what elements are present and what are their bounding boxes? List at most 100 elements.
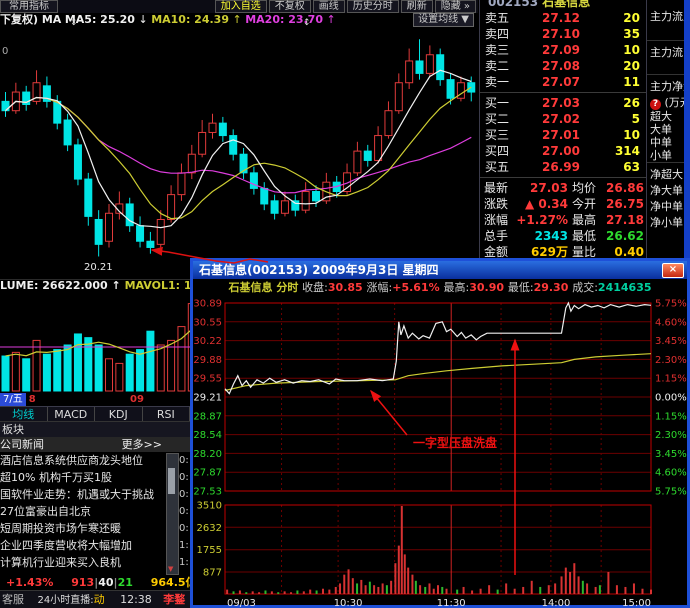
- dropdown-arrow-icon[interactable]: ▼: [461, 14, 469, 25]
- ma20-arrow-icon: ↑: [327, 13, 336, 26]
- refresh-button[interactable]: 刷新: [401, 0, 433, 13]
- svg-text:14:00: 14:00: [542, 598, 571, 608]
- turnover: 629万: [510, 244, 568, 258]
- scroll-down-icon[interactable]: ▼: [168, 565, 173, 573]
- pct-axis-labels: 5.75%4.60%3.45%2.30%1.15%0.00%1.15%2.30%…: [655, 299, 687, 498]
- avg-price: 26.86: [592, 180, 644, 196]
- ask-row[interactable]: 卖五27.1220: [480, 10, 647, 26]
- news-item[interactable]: 计算机行业迎来买入良机: [0, 554, 168, 571]
- service-link[interactable]: 客服: [2, 593, 24, 606]
- ask-row[interactable]: 卖一27.0711: [480, 74, 647, 90]
- stock-header: 002153 石基信息: [488, 0, 590, 10]
- bottom-bar: 客服 24小时直播:动 12:38 李鍪: [0, 590, 190, 608]
- intraday-popup-window[interactable]: 石基信息(002153) 2009年9月3日 星期四 × 石基信息 分时 收盘:…: [190, 258, 690, 608]
- popup-title: 石基信息(002153) 2009年9月3日 星期四: [199, 263, 439, 277]
- historical-intraday-button[interactable]: 历史分时: [347, 0, 399, 13]
- live-broadcast-label[interactable]: 24小时直播:: [38, 595, 94, 606]
- svg-text:0.00%: 0.00%: [655, 393, 687, 404]
- stat-row: 总手2343最低26.62: [480, 228, 647, 244]
- bid-row[interactable]: 买三27.0110: [480, 127, 647, 143]
- divider: [480, 177, 647, 178]
- svg-text:29.55: 29.55: [193, 374, 222, 385]
- unchanged-count: 40: [98, 576, 113, 589]
- volume-axis-labels: 351026321755877: [197, 501, 222, 579]
- svg-text:30.89: 30.89: [193, 299, 222, 310]
- size-s-label: 小单: [650, 147, 672, 163]
- bid-row[interactable]: 买五26.9963: [480, 159, 647, 175]
- bid-row[interactable]: 买一27.0326: [480, 95, 647, 111]
- ask-row[interactable]: 卖四27.1035: [480, 26, 647, 42]
- popup-info-bar: 石基信息 分时 收盘:30.85 涨幅:+5.61% 最高:30.90 最低:2…: [193, 280, 687, 295]
- svg-text:30.22: 30.22: [193, 336, 222, 347]
- tab-rsi[interactable]: RSI: [143, 407, 191, 422]
- tab-common-indicators[interactable]: 常用指标: [0, 0, 58, 13]
- ma5-arrow-icon: ↓: [138, 13, 147, 26]
- top-toolbar: 常用指标 加入自选不复权画线历史分时刷新隐藏 »: [0, 0, 478, 13]
- daily-time-axis: 7/五8 09: [0, 393, 190, 406]
- news-more-link[interactable]: 更多>>: [122, 437, 162, 452]
- hide-button[interactable]: 隐藏 »: [435, 0, 476, 13]
- svg-text:09/03: 09/03: [227, 598, 256, 608]
- candlestick-chart: [0, 27, 478, 265]
- net-xl-label: 净超大: [650, 166, 683, 182]
- host-name[interactable]: 李鍪: [163, 593, 185, 606]
- svg-text:2.30%: 2.30%: [655, 355, 687, 366]
- news-item[interactable]: 超10% 机构千万买1股: [0, 469, 168, 486]
- tab-kdj[interactable]: KDJ: [95, 407, 143, 422]
- tab-macd[interactable]: MACD: [48, 407, 96, 422]
- no-adjust-button[interactable]: 不复权: [269, 0, 311, 13]
- svg-text:29.21: 29.21: [193, 393, 222, 404]
- bid-row[interactable]: 买四27.00314: [480, 143, 647, 159]
- scrollbar-thumb[interactable]: [168, 468, 175, 494]
- time-axis-highlight[interactable]: 7/五: [0, 393, 26, 406]
- svg-text:28.87: 28.87: [193, 411, 222, 422]
- toolbar-buttons: 加入自选不复权画线历史分时刷新隐藏 »: [213, 0, 476, 13]
- tab-sector[interactable]: 板块: [0, 421, 192, 438]
- svg-text:15:00: 15:00: [622, 598, 651, 608]
- tab-ma[interactable]: 均线: [0, 407, 48, 422]
- svg-text:27.87: 27.87: [193, 468, 222, 479]
- net-m-label: 净中单: [650, 198, 683, 214]
- news-scrollbar[interactable]: ▼: [166, 453, 179, 575]
- news-item[interactable]: 企业四季度营收将大幅增加: [0, 537, 168, 554]
- news-item[interactable]: 短周期投资市场乍寒还暖: [0, 520, 168, 537]
- ask-row[interactable]: 卖二27.0820: [480, 58, 647, 74]
- news-item[interactable]: 27位富豪出自北京: [0, 503, 168, 520]
- ask-row[interactable]: 卖三27.0910: [480, 42, 647, 58]
- news-header-title: 公司新闻: [0, 438, 44, 451]
- stock-trading-app: 常用指标 加入自选不复权画线历史分时刷新隐藏 » 下复权) MA MA5: 25…: [0, 0, 690, 608]
- price-line: [225, 303, 651, 394]
- window-edge: [684, 0, 690, 258]
- svg-text:877: 877: [203, 568, 222, 579]
- annotation-text: 一字型压盘洗盘: [413, 435, 497, 450]
- intraday-chart: 30.8930.5530.2229.8829.5529.2128.8728.54…: [193, 295, 687, 608]
- stat-row: 涨幅+1.27%最高27.18: [480, 212, 647, 228]
- net-l-label: 净大单: [650, 182, 683, 198]
- ma-settings-button[interactable]: 设置均线 ▼: [413, 13, 474, 27]
- news-list: 酒店信息系统供应商龙头地位 超10% 机构千万买1股 国软件业走势：机遇或大于挑…: [0, 452, 190, 576]
- bid-row[interactable]: 买二27.025: [480, 111, 647, 127]
- add-to-watchlist-button[interactable]: 加入自选: [215, 0, 267, 13]
- close-button[interactable]: ×: [662, 263, 684, 278]
- change-pct: +5.61%: [392, 281, 439, 294]
- svg-text:27.53: 27.53: [193, 487, 222, 498]
- draw-line-button[interactable]: 画线: [313, 0, 345, 13]
- close-price: 30.85: [328, 281, 363, 294]
- stock-code: 002153: [488, 0, 538, 9]
- low-price: 26.62: [592, 228, 644, 244]
- popup-stock-name: 石基信息: [228, 281, 272, 294]
- index-change-pct: +1.43%: [6, 576, 53, 589]
- change-pct: +1.27%: [510, 212, 568, 228]
- close-icon: ×: [669, 264, 677, 275]
- volume-arrow-icon: ↑: [112, 279, 121, 292]
- news-item[interactable]: 酒店信息系统供应商龙头地位: [0, 452, 168, 469]
- volume-value: LUME: 26622.000: [0, 279, 108, 292]
- low-price-label: 20.21: [84, 262, 113, 273]
- svg-text:11:30: 11:30: [437, 598, 466, 608]
- news-item[interactable]: 国软件业走势：机遇或大于挑战: [0, 486, 168, 503]
- popup-title-bar[interactable]: 石基信息(002153) 2009年9月3日 星期四: [193, 261, 687, 279]
- ma10-value: MA10: 24.39: [151, 13, 229, 26]
- ma20-value: MA20: 23.70: [245, 13, 323, 26]
- open-price: 26.75: [592, 196, 644, 212]
- svg-text:10:30: 10:30: [334, 598, 363, 608]
